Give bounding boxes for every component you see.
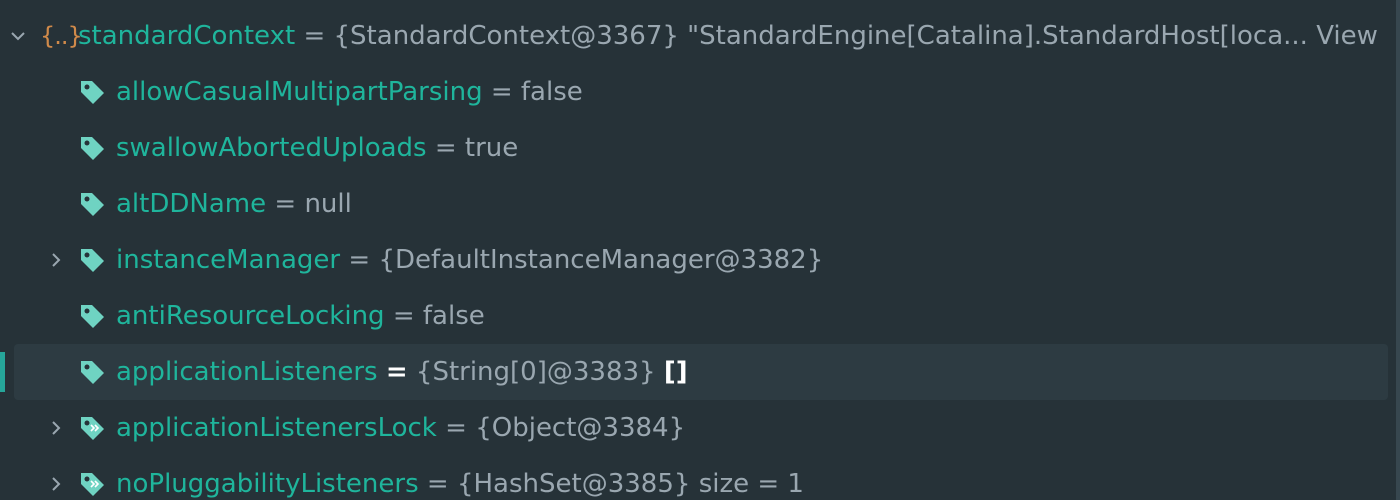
tree-row-text: noPluggabilityListeners = {HashSet@3385}… [116, 456, 804, 500]
field-tag-icon [78, 232, 108, 288]
assign-operator: = [426, 469, 449, 499]
chevron-right-icon[interactable] [44, 232, 68, 288]
variable-name: instanceManager [116, 245, 341, 275]
field-tag-icon [78, 288, 108, 344]
assign-operator: = [392, 301, 415, 331]
variable-name: altDDName [116, 189, 267, 219]
chevron-right-icon[interactable] [44, 400, 68, 456]
tree-row-field-selected[interactable]: applicationListeners = {String[0]@3383} … [0, 344, 1400, 400]
variable-value: null [304, 189, 352, 219]
variable-name: antiResourceLocking [116, 301, 385, 331]
field-tag-icon [78, 64, 108, 120]
field-tag-icon [78, 176, 108, 232]
tree-row-text: applicationListenersLock = {Object@3384} [116, 400, 685, 456]
tree-row-field[interactable]: instanceManager = {DefaultInstanceManage… [0, 232, 1400, 288]
variable-name: applicationListenersLock [116, 413, 437, 443]
field-tag-icon [78, 120, 108, 176]
assign-operator: = [445, 413, 467, 443]
tree-row-text: instanceManager = {DefaultInstanceManage… [116, 232, 823, 288]
tree-row-text: antiResourceLocking = false [116, 288, 485, 344]
variable-name: swallowAbortedUploads [116, 133, 427, 163]
tree-row-standard-context[interactable]: {..} standardContext = {StandardContext@… [0, 8, 1400, 64]
variable-value: true [464, 133, 519, 163]
debugger-variables-tree: {..} standardContext = {StandardContext@… [0, 0, 1400, 500]
variable-name: noPluggabilityListeners [116, 469, 419, 499]
variable-value: {HashSet@3385} [456, 469, 691, 499]
tree-row-field[interactable]: antiResourceLocking = false [0, 288, 1400, 344]
assign-operator: = [434, 133, 457, 163]
view-link[interactable]: View [1316, 21, 1378, 51]
tree-row-text: altDDName = null [116, 176, 352, 232]
variable-extra: size = 1 [698, 469, 804, 499]
tree-row-field[interactable]: noPluggabilityListeners = {HashSet@3385}… [0, 456, 1400, 500]
variable-value: {StandardContext@3367} "StandardEngine[C… [333, 21, 1308, 51]
assign-operator: = [303, 21, 326, 51]
variable-extra: [] [663, 357, 688, 387]
field-tag-icon [78, 344, 108, 400]
tree-row-field[interactable]: allowCasualMultipartParsing = false [0, 64, 1400, 120]
variable-value: {Object@3384} [475, 413, 686, 443]
tree-row-field[interactable]: swallowAbortedUploads = true [0, 120, 1400, 176]
variable-value: {String[0]@3383} [415, 357, 656, 387]
chevron-right-icon[interactable] [44, 456, 68, 500]
tree-row-text: allowCasualMultipartParsing = false [116, 64, 583, 120]
variable-value: false [520, 77, 583, 107]
tree-row-field[interactable]: applicationListenersLock = {Object@3384} [0, 400, 1400, 456]
tree-row-field[interactable]: altDDName = null [0, 176, 1400, 232]
final-field-tag-icon [78, 456, 108, 500]
assign-operator: = [385, 357, 408, 387]
selection-indicator [0, 352, 5, 392]
variable-name: applicationListeners [116, 357, 378, 387]
tree-row-text: standardContext = {StandardContext@3367}… [78, 8, 1378, 64]
chevron-down-icon[interactable] [6, 8, 30, 64]
scrollbar-edge[interactable] [1396, 0, 1400, 500]
variable-value: {DefaultInstanceManager@3382} [378, 245, 824, 275]
variable-name: standardContext [78, 21, 296, 51]
assign-operator: = [274, 189, 297, 219]
tree-row-text: applicationListeners = {String[0]@3383} … [116, 344, 688, 400]
final-field-tag-icon [78, 400, 108, 456]
assign-operator: = [348, 245, 371, 275]
variable-value: false [422, 301, 485, 331]
variable-name: allowCasualMultipartParsing [116, 77, 483, 107]
tree-row-text: swallowAbortedUploads = true [116, 120, 518, 176]
struct-icon: {..} [40, 22, 83, 50]
assign-operator: = [490, 77, 513, 107]
